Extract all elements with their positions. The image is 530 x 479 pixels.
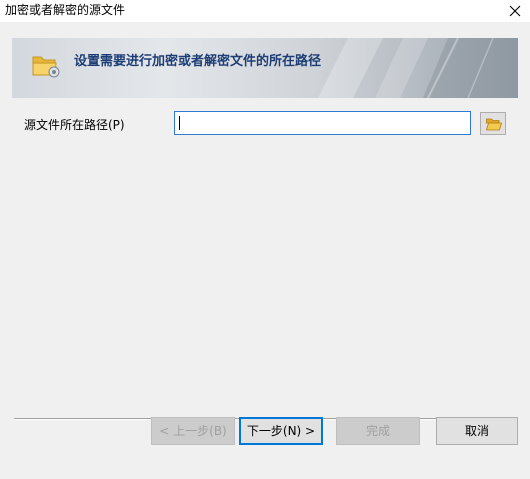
close-icon bbox=[509, 5, 521, 17]
next-button[interactable]: 下一步(N) > bbox=[239, 417, 323, 445]
header-banner: 设置需要进行加密或者解密文件的所在路径 bbox=[12, 38, 518, 98]
banner-decoration bbox=[318, 38, 518, 98]
folder-open-icon bbox=[486, 118, 502, 131]
folder-gear-icon bbox=[32, 56, 60, 78]
back-button[interactable]: < 上一步(B) bbox=[151, 417, 235, 445]
browse-folder-button[interactable] bbox=[480, 112, 506, 135]
banner-heading: 设置需要进行加密或者解密文件的所在路径 bbox=[74, 54, 322, 69]
finish-button[interactable]: 完成 bbox=[336, 417, 420, 445]
window-title: 加密或者解密的源文件 bbox=[5, 3, 126, 17]
source-path-label: 源文件所在路径(P) bbox=[24, 118, 125, 132]
close-button[interactable] bbox=[500, 0, 530, 22]
wizard-body: 设置需要进行加密或者解密文件的所在路径 源文件所在路径(P) bbox=[0, 22, 530, 479]
source-path-input[interactable] bbox=[174, 111, 471, 135]
text-caret bbox=[179, 116, 180, 130]
title-bar: 加密或者解密的源文件 bbox=[0, 0, 530, 22]
cancel-button[interactable]: 取消 bbox=[436, 417, 518, 445]
wizard-window: 加密或者解密的源文件 设置需要进行加密或者解密文件的所在路径 源文件所在路径(P… bbox=[0, 0, 530, 479]
